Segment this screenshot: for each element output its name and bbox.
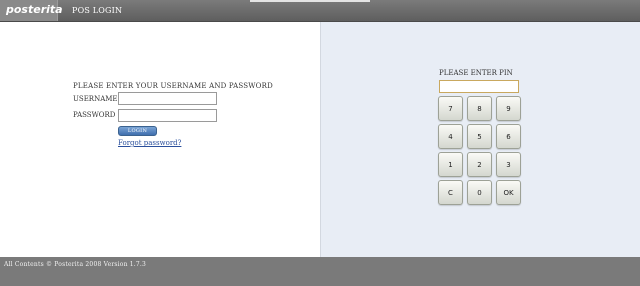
posterita-logo: posterita	[0, 0, 63, 21]
key-ok[interactable]: OK	[496, 180, 521, 205]
key-clear[interactable]: C	[438, 180, 463, 205]
key-7[interactable]: 7	[438, 96, 463, 121]
login-button[interactable]: LOGIN	[118, 126, 157, 136]
forgot-password-link[interactable]: Forgot password?	[118, 139, 181, 147]
password-label: PASSWORD	[73, 111, 116, 119]
pin-panel: PLEASE ENTER PIN 7 8 9 4 5 6 1 2 3 C 0 O…	[320, 22, 640, 257]
login-heading: PLEASE ENTER YOUR USERNAME AND PASSWORD	[73, 82, 273, 90]
page-title: POS LOGIN	[72, 6, 123, 15]
footer: All Contents © Posterita 2008 Version 1.…	[0, 257, 640, 286]
username-label: USERNAME	[73, 95, 118, 103]
username-input[interactable]	[118, 92, 217, 105]
key-3[interactable]: 3	[496, 152, 521, 177]
key-9[interactable]: 9	[496, 96, 521, 121]
key-1[interactable]: 1	[438, 152, 463, 177]
key-8[interactable]: 8	[467, 96, 492, 121]
top-bar-notch	[250, 0, 370, 2]
pin-input[interactable]	[439, 80, 519, 93]
key-2[interactable]: 2	[467, 152, 492, 177]
key-0[interactable]: 0	[467, 180, 492, 205]
password-input[interactable]	[118, 109, 217, 122]
key-5[interactable]: 5	[467, 124, 492, 149]
login-panel: PLEASE ENTER YOUR USERNAME AND PASSWORD …	[0, 22, 320, 257]
footer-copyright: All Contents © Posterita 2008 Version 1.…	[4, 261, 147, 268]
top-bar: posterita POS LOGIN	[0, 0, 640, 22]
key-4[interactable]: 4	[438, 124, 463, 149]
key-6[interactable]: 6	[496, 124, 521, 149]
pin-heading: PLEASE ENTER PIN	[439, 69, 513, 77]
